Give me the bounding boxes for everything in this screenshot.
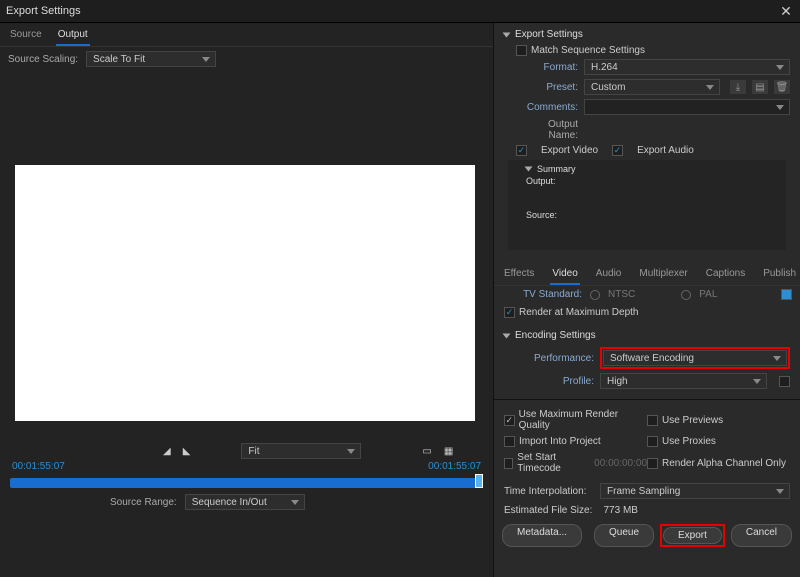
ntsc-label: NTSC [608,289,635,300]
safe-margins-icon[interactable]: ▦ [443,446,454,457]
profile-select[interactable]: High [600,373,767,389]
export-audio-label: Export Audio [637,145,694,156]
match-sequence-label: Match Sequence Settings [531,45,645,56]
chevron-down-icon[interactable] [503,32,511,37]
tab-effects[interactable]: Effects [502,266,536,285]
import-preset-icon[interactable]: ▤ [752,80,768,94]
delete-preset-icon[interactable]: 🗑 [774,80,790,94]
close-icon[interactable]: ✕ [778,3,794,19]
source-scaling-label: Source Scaling: [8,54,78,65]
tv-standard-label: TV Standard: [502,289,582,300]
time-interp-label: Time Interpolation: [504,486,594,497]
right-panel: Export Settings Match Sequence Settings … [494,23,800,577]
use-max-render-checkbox[interactable] [504,415,515,426]
export-video-label: Export Video [541,145,598,156]
source-scaling-select[interactable]: Scale To Fit [86,51,216,67]
summary-output-label: Output: [526,176,568,186]
tab-audio[interactable]: Audio [594,266,624,285]
pal-radio[interactable] [681,290,691,300]
timecode-out: 00:01:55:07 [428,461,481,472]
performance-label: Performance: [516,353,594,364]
ntsc-radio[interactable] [590,290,600,300]
import-project-checkbox[interactable] [504,436,515,447]
encoding-settings-header: Encoding Settings [515,330,596,341]
use-previews-checkbox[interactable] [647,415,658,426]
preset-select[interactable]: Custom [584,79,720,95]
performance-highlight: Software Encoding [600,347,790,369]
use-previews-label: Use Previews [662,415,723,426]
export-video-checkbox[interactable] [516,145,527,156]
render-max-depth-label: Render at Maximum Depth [519,307,639,318]
performance-select[interactable]: Software Encoding [603,350,787,366]
chevron-down-icon[interactable] [503,333,511,338]
summary-source-label: Source: [526,210,568,220]
source-range-label: Source Range: [110,497,177,508]
match-sequence-checkbox[interactable] [516,45,527,56]
timeline-slider[interactable] [10,478,483,488]
save-preset-icon[interactable]: ⤓ [730,80,746,94]
preset-label: Preset: [516,82,578,93]
timecode-in: 00:01:55:07 [12,461,65,472]
use-max-render-label: Use Maximum Render Quality [519,409,647,431]
tab-video[interactable]: Video [550,266,579,285]
tv-lock-checkbox[interactable] [781,289,792,300]
source-range-select[interactable]: Sequence In/Out [185,494,305,510]
use-proxies-checkbox[interactable] [647,436,658,447]
comments-input[interactable] [584,99,790,115]
playhead-marker[interactable] [475,474,483,488]
use-proxies-label: Use Proxies [662,436,716,447]
tab-multiplexer[interactable]: Multiplexer [637,266,689,285]
output-name-label: Output Name: [516,119,578,141]
format-label: Format: [516,62,578,73]
est-size-label: Estimated File Size: [504,505,592,516]
window-title: Export Settings [6,5,81,17]
tab-source[interactable]: Source [8,27,44,46]
mark-in-icon[interactable]: ◢ [162,446,172,457]
export-audio-checkbox[interactable] [612,145,623,156]
cancel-button[interactable]: Cancel [731,524,792,547]
mark-out-icon[interactable]: ◣ [182,446,192,457]
set-start-tc-label: Set Start Timecode [517,452,586,474]
comments-label: Comments: [516,102,578,113]
left-panel: Source Output Source Scaling: Scale To F… [0,23,494,577]
summary-header: Summary [537,164,576,174]
export-highlight: Export [660,524,725,547]
import-project-label: Import Into Project [519,436,601,447]
render-alpha-checkbox[interactable] [647,458,658,469]
pal-label: PAL [699,289,717,300]
preview-canvas [15,165,475,421]
set-start-tc-value: 00:00:00:00 [594,458,647,469]
time-interp-select[interactable]: Frame Sampling [600,483,790,499]
tab-publish[interactable]: Publish [761,266,798,285]
tab-output[interactable]: Output [56,27,90,46]
set-start-tc-checkbox[interactable] [504,458,513,469]
format-select[interactable]: H.264 [584,59,790,75]
queue-button[interactable]: Queue [594,524,654,547]
tab-captions[interactable]: Captions [704,266,747,285]
export-settings-header: Export Settings [515,29,583,40]
aspect-icon[interactable]: ▭ [421,446,432,457]
profile-lock-checkbox[interactable] [779,376,790,387]
render-alpha-label: Render Alpha Channel Only [662,458,786,469]
export-button[interactable]: Export [663,527,722,544]
est-size-value: 773 MB [604,505,638,516]
profile-label: Profile: [516,376,594,387]
chevron-down-icon[interactable] [525,167,533,172]
zoom-fit-select[interactable]: Fit [241,443,361,459]
render-max-depth-checkbox[interactable] [504,307,515,318]
metadata-button[interactable]: Metadata... [502,524,582,547]
